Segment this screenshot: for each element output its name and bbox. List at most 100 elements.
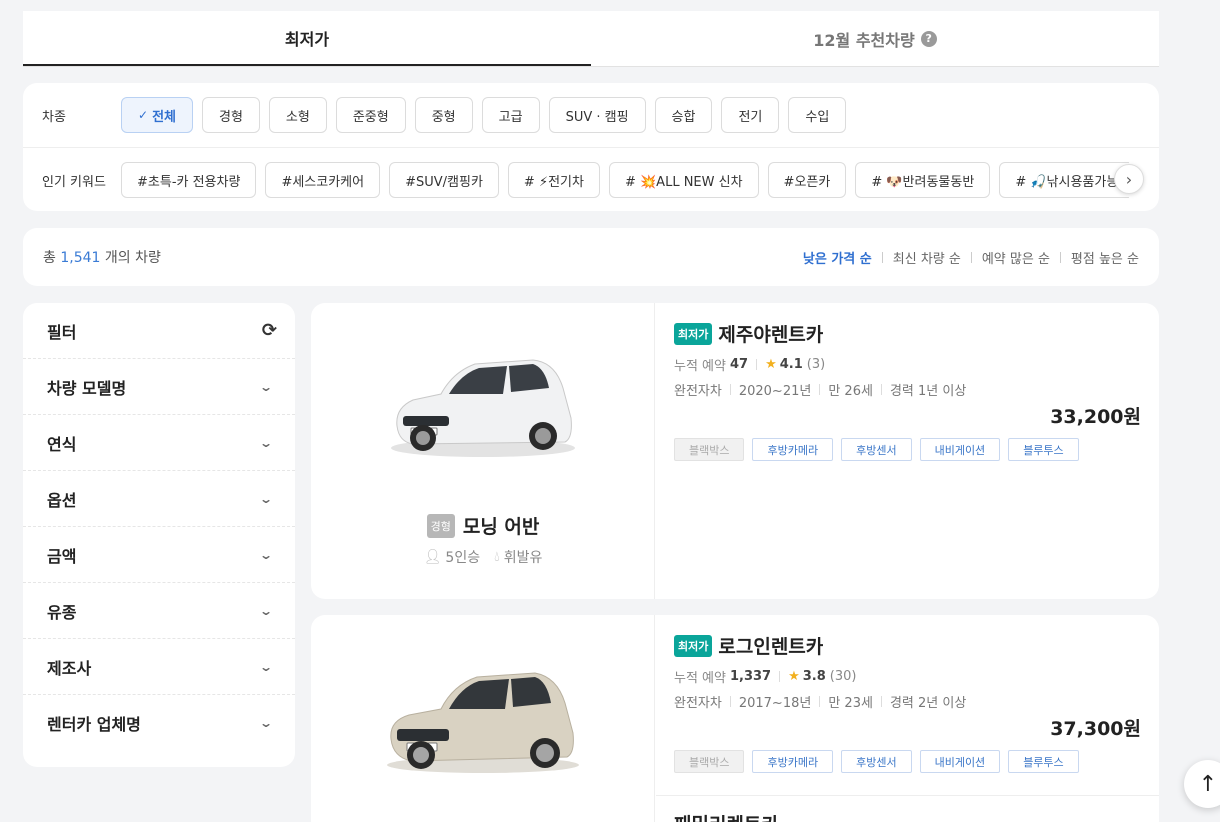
tab-bar: 최저가 12월 추천차량? [23,11,1159,67]
sort-newest[interactable]: 최신 차량 순 [893,248,961,267]
refresh-icon[interactable]: ⟳ [262,320,277,341]
lowest-price-badge: 최저가 [674,634,713,657]
option-tags: 블랙박스 후방카메라 후방센서 내비게이션 블루투스 [674,438,1079,461]
tab-lowest-price[interactable]: 최저가 [23,11,591,66]
filter-price[interactable]: 금액 ⌄ [23,526,295,582]
count-suffix: 개의 차량 [104,250,161,266]
divider [729,696,731,707]
car-type-chip[interactable]: 중형 [414,97,473,133]
car-type-chip-all[interactable]: ✓ 전체 [121,97,193,133]
keyword-chip[interactable]: # 💥ALL NEW 신차 [608,162,759,198]
keyword-chip[interactable]: # 🐶반려동물동반 [855,162,991,198]
chevron-down-icon: ⌄ [258,603,274,618]
insurance: 완전자차 [674,696,722,711]
car-image [387,672,579,773]
chevron-down-icon: ⌄ [258,435,274,450]
keyword-chip[interactable]: #세스코카케어 [265,162,381,198]
keyword-chips: #초특-카 전용차량 #세스코카케어 #SUV/캠핑카 # ⚡전기차 # 💥AL… [121,162,1129,198]
offer-title: 최저가 로그인렌트카 [674,632,1141,659]
divider [970,251,972,263]
keyword-row: 인기 키워드 #초특-카 전용차량 #세스코카케어 #SUV/캠핑카 # ⚡전기… [23,147,1159,199]
filter-manufacturer[interactable]: 제조사 ⌄ [23,638,295,694]
car-specs: 👤︎ 5인승 💧︎ 휘발유 [311,547,655,567]
offer-conditions: 완전자차 2017~18년 만 23세 경력 2년 이상 [674,692,1141,711]
model-years: 2020~21년 [738,384,812,399]
count-prefix: 총 [43,250,56,266]
divider [729,384,731,395]
option-tag: 후방카메라 [752,750,834,773]
filter-fuel[interactable]: 유종 ⌄ [23,582,295,638]
car-type-chip[interactable]: 소형 [268,97,327,133]
company-name: 로그인렌트카 [718,636,824,658]
car-type-chip[interactable]: 고급 [481,97,540,133]
filter-label: 연식 [47,434,77,454]
option-tag: 내비게이션 [919,438,1001,461]
rental-offer-next[interactable]: 패밀리렌트카 [656,795,1159,822]
model-years: 2017~18년 [738,696,812,711]
option-tag: 후방카메라 [752,438,834,461]
divider [756,359,758,370]
company-name: 제주야렌트카 [718,324,824,346]
sort-lowest-price[interactable]: 낮은 가격 순 [803,248,872,267]
keyword-chip[interactable]: # ⚡전기차 [507,162,600,198]
reservations-label: 누적 예약 [674,359,726,374]
option-tag: 블랙박스 [674,750,745,773]
tab-december-recommend[interactable]: 12월 추천차량? [591,11,1159,66]
chevron-down-icon: ⌄ [258,715,274,730]
filter-year[interactable]: 연식 ⌄ [23,414,295,470]
filter-model-name[interactable]: 차량 모델명 ⌄ [23,358,295,414]
min-age: 만 23세 [828,696,873,711]
chevron-right-icon[interactable]: › [1114,164,1144,194]
car-title: 경형 모닝 어반 [311,512,655,539]
chevron-down-icon: ⌄ [258,659,274,674]
divider [880,696,882,707]
keyword-chip[interactable]: #SUV/캠핑카 [389,162,499,198]
result-count: 총 1,541 개의 차량 [43,247,161,267]
count-number: 1,541 [60,250,101,266]
car-type-chip[interactable]: 경형 [201,97,260,133]
car-type-chip[interactable]: 수입 [788,97,847,133]
car-type-row: 차종 ✓ 전체 경형 소형 준중형 중형 고급 SUV · 캠핑 승합 전기 수입 [23,96,1159,134]
divider [779,671,781,682]
price: 37,300원 [1050,718,1141,740]
divider [880,384,882,395]
reservations-count: 1,337 [729,669,772,684]
tab-label: 최저가 [284,29,330,49]
keyword-scroller: #초특-카 전용차량 #세스코카케어 #SUV/캠핑카 # ⚡전기차 # 💥AL… [121,162,1129,198]
filter-header: 필터 ⟳ [23,303,295,358]
seats-spec: 👤︎ 5인승 [424,547,480,567]
sort-top-rated[interactable]: 평점 높은 순 [1071,248,1139,267]
arrow-up-icon[interactable]: ↑ [1184,760,1220,808]
rental-offer[interactable]: 최저가 로그인렌트카 누적 예약 1,337 ★ 3.8 (30) 완전자차 201… [656,615,1159,795]
filter-label: 제조사 [47,658,92,678]
filter-options[interactable]: 옵션 ⌄ [23,470,295,526]
min-age: 만 26세 [828,384,873,399]
offer-stats: 누적 예약 47 ★ 4.1 (3) [674,355,1141,374]
sort-most-booked[interactable]: 예약 많은 순 [982,248,1050,267]
car-type-chip[interactable]: SUV · 캠핑 [548,97,646,133]
filter-label: 렌터카 업체명 [47,714,141,734]
fuel-spec: 💧︎ 휘발유 [494,547,542,567]
min-experience: 경력 2년 이상 [889,696,967,711]
question-icon[interactable]: ? [920,30,937,47]
car-type-chip[interactable]: 준중형 [335,97,406,133]
keyword-label: 인기 키워드 [42,174,106,190]
price: 33,200원 [1050,406,1141,428]
star-icon: ★ [788,669,800,684]
car-type-badge: 경형 [426,513,455,538]
car-card[interactable]: 최저가 로그인렌트카 누적 예약 1,337 ★ 3.8 (30) 완전자차 201… [311,615,1159,822]
option-tag: 후방센서 [841,438,912,461]
car-type-chip[interactable]: 전기 [721,97,780,133]
keyword-chip[interactable]: # 🎣낚시용품가능 [999,162,1129,198]
car-type-chip[interactable]: 승합 [654,97,713,133]
rental-offer[interactable]: 최저가 제주야렌트카 누적 예약 47 ★ 4.1 (3) 완전자차 2020~21… [656,303,1159,599]
filter-rental-company[interactable]: 렌터카 업체명 ⌄ [23,694,295,750]
company-name: 패밀리렌트카 [674,814,779,822]
divider [881,251,883,263]
keyword-chip[interactable]: #초특-카 전용차량 [121,162,257,198]
option-tag: 후방센서 [841,750,912,773]
keyword-chip[interactable]: #오픈카 [767,162,847,198]
filter-label: 금액 [47,546,77,566]
car-card[interactable]: 경형 모닝 어반 👤︎ 5인승 💧︎ 휘발유 최저가 제주야렌트카 누적 예약 47 … [311,303,1159,599]
divider [819,696,821,707]
